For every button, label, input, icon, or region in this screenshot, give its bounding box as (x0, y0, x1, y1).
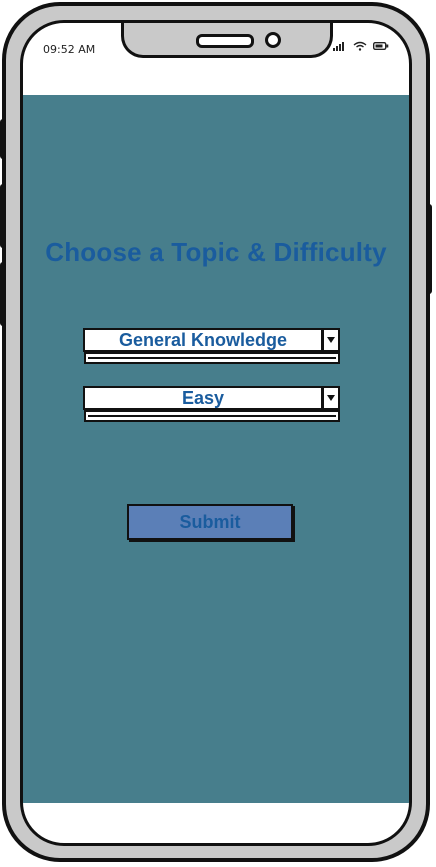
difficulty-select[interactable]: Easy (83, 386, 340, 424)
status-time: 09:52 AM (43, 43, 96, 56)
difficulty-select-list (84, 410, 340, 422)
difficulty-select-value: Easy (181, 388, 225, 408)
topic-select-list (84, 352, 340, 364)
app-content: Choose a Topic & Difficulty General Know… (23, 95, 409, 803)
phone-notch (121, 23, 333, 58)
dropdown-arrow-icon[interactable] (322, 386, 340, 410)
camera-icon (265, 32, 281, 48)
status-icons (333, 41, 389, 51)
power-button (426, 204, 432, 294)
wifi-icon (353, 41, 367, 51)
signal-icon (333, 41, 347, 51)
phone-screen: 09:52 AM Choose a Topic & Difficulty Gen… (20, 20, 412, 846)
speaker-grille (196, 34, 254, 48)
page-title: Choose a Topic & Difficulty (45, 237, 387, 267)
dropdown-arrow-icon[interactable] (322, 328, 340, 352)
submit-button[interactable]: Submit (127, 504, 293, 540)
phone-frame: 09:52 AM Choose a Topic & Difficulty Gen… (0, 2, 432, 862)
topic-select-value: General Knowledge (118, 330, 288, 350)
volume-down-button (0, 262, 6, 326)
battery-icon (373, 41, 389, 51)
mute-switch (0, 119, 6, 159)
volume-up-button (0, 184, 6, 248)
topic-select[interactable]: General Knowledge (83, 328, 340, 366)
